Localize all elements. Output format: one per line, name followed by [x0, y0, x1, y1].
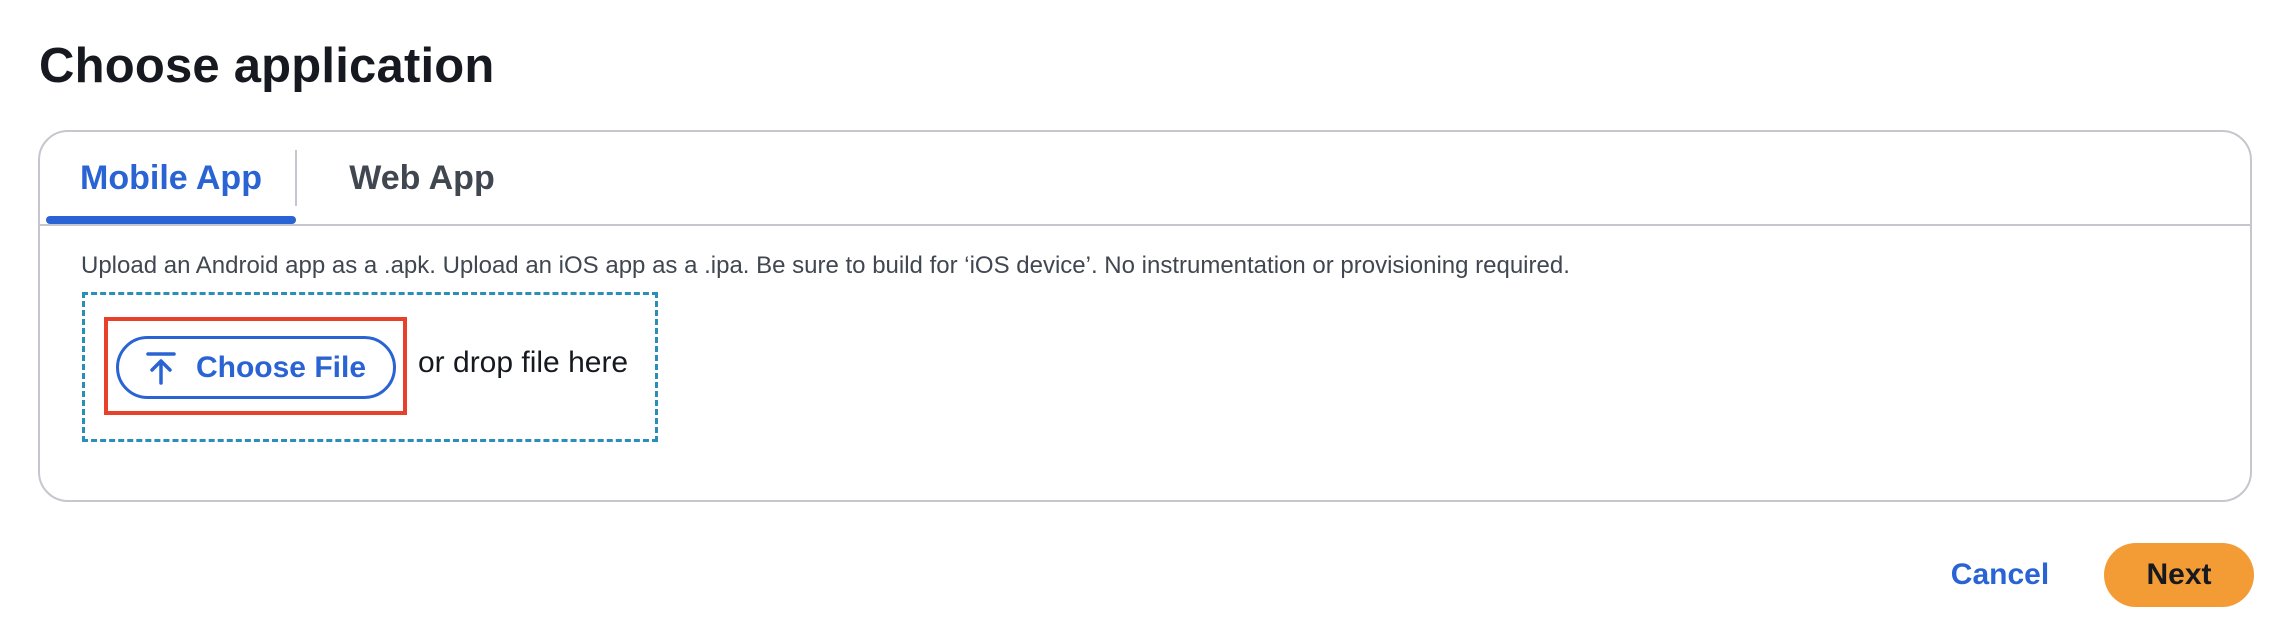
drop-file-text: or drop file here [418, 346, 629, 379]
tab-mobile-app[interactable]: Mobile App [46, 132, 296, 224]
tab-web-app[interactable]: Web App [322, 132, 522, 224]
application-panel: Mobile App Web App Upload an Android app… [38, 130, 2252, 502]
tab-divider [295, 150, 297, 206]
choose-application-page: Choose application Mobile App Web App Up… [0, 0, 2274, 638]
next-button[interactable]: Next [2104, 543, 2254, 607]
upload-icon [146, 351, 176, 385]
upload-description: Upload an Android app as a .apk. Upload … [81, 252, 1570, 279]
cancel-button[interactable]: Cancel [1940, 543, 2060, 607]
choose-file-button[interactable]: Choose File [116, 336, 396, 399]
tab-bar: Mobile App Web App [40, 132, 2250, 226]
choose-file-label: Choose File [195, 350, 367, 384]
page-title: Choose application [39, 39, 495, 93]
